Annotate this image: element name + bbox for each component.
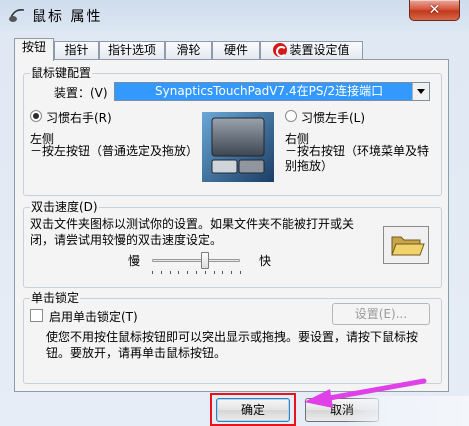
tab-pointer-options[interactable]: 指针选项 [99, 41, 165, 60]
close-button[interactable]: ✕ [409, 0, 460, 21]
left-hand-radio[interactable] [285, 110, 297, 122]
tab-label: 指针 [64, 43, 89, 57]
slider-tick [152, 271, 153, 274]
close-icon: ✕ [428, 2, 441, 18]
group-label: 鼠标键配置 [30, 66, 93, 80]
mouse-properties-dialog: 鼠标 属性 ✕ 按钮 指针 指针选项 滑轮 硬件 装置设定值 鼠标键配置 装置：… [0, 0, 469, 426]
tab-hardware[interactable]: 硬件 [212, 41, 260, 60]
window-title: 鼠标 属性 [32, 9, 103, 25]
title-bar: 鼠标 属性 ✕ [0, 0, 469, 32]
chevron-down-icon[interactable] [412, 83, 429, 100]
slow-label: 慢 [128, 254, 141, 268]
right-hand-label[interactable]: 习惯右手(R) [46, 109, 112, 126]
tab-device-settings[interactable]: 装置设定值 [260, 41, 363, 60]
slider-tick [204, 271, 206, 274]
click-lock-group: 单击锁定 启用单击锁定(T) 设置(E)... 使您不用按住鼠标按钮即可以突出显… [23, 291, 442, 384]
group-label: 双击速度(D) [30, 200, 99, 214]
button-config-group: 鼠标键配置 装置：(V) SynapticsTouchPadV7.4在PS/2连… [23, 66, 442, 196]
tab-label: 滑轮 [176, 43, 201, 57]
slider-tick [196, 271, 197, 274]
synaptics-icon [273, 43, 288, 57]
click-lock-description: 使您不用按住鼠标按钮即可以突出显示或拖拽。要设置，请按下鼠标按钮。要放开，请再单… [46, 330, 419, 360]
double-click-group: 双击速度(D) 双击文件夹图标以测试你的设置。如果文件夹不能被打开或关闭，请尝试… [23, 200, 442, 288]
folder-icon [391, 236, 425, 256]
tab-label: 装置设定值 [289, 43, 350, 57]
device-value: SynapticsTouchPadV7.4在PS/2连接端口 [155, 84, 384, 98]
click-lock-settings-button[interactable]: 设置(E)... [332, 303, 430, 325]
click-lock-checkbox[interactable] [30, 309, 43, 322]
slider-tick [187, 271, 189, 274]
tab-buttons[interactable]: 按钮 [14, 38, 54, 61]
slider-tick [213, 271, 215, 274]
slider-tick [231, 271, 233, 274]
slider-tick [160, 271, 162, 274]
right-hand-radio[interactable] [30, 110, 42, 122]
test-folder[interactable] [383, 226, 429, 264]
slider-tick [169, 271, 171, 274]
mouse-app-icon [9, 8, 25, 22]
double-click-speed-slider[interactable] [148, 249, 244, 275]
left-hand-label[interactable]: 习惯左手(L) [301, 109, 365, 126]
fast-label: 快 [259, 254, 272, 268]
tab-wheel[interactable]: 滑轮 [165, 41, 212, 60]
device-label: 装置：(V) [54, 86, 108, 100]
device-select[interactable]: SynapticsTouchPadV7.4在PS/2连接端口 [114, 82, 430, 101]
click-lock-label[interactable]: 启用单击锁定(T) [49, 308, 138, 325]
tab-pointers[interactable]: 指针 [54, 41, 99, 60]
slider-tick [240, 271, 241, 274]
tab-label: 指针选项 [107, 43, 156, 57]
left-side-desc: －按左按钮（普通选定及拖放） [30, 144, 199, 158]
touchpad-icon [202, 112, 274, 182]
tab-label: 硬件 [223, 43, 248, 57]
double-click-description: 双击文件夹图标以测试你的设置。如果文件夹不能被打开或关闭，请尝试用较慢的双击速度… [30, 217, 355, 247]
ok-button[interactable]: 确定 [216, 398, 290, 422]
slider-tick [178, 271, 180, 274]
slider-thumb[interactable] [200, 252, 209, 269]
slider-track [152, 259, 240, 262]
right-side-desc: －按右按钮（环境菜单及特别拖放） [285, 144, 430, 173]
group-label: 单击锁定 [30, 291, 81, 305]
slider-tick [222, 271, 224, 274]
watermark [345, 396, 469, 426]
tab-label: 按钮 [21, 40, 46, 54]
tab-panel-buttons: 鼠标键配置 装置：(V) SynapticsTouchPadV7.4在PS/2连… [14, 59, 449, 392]
